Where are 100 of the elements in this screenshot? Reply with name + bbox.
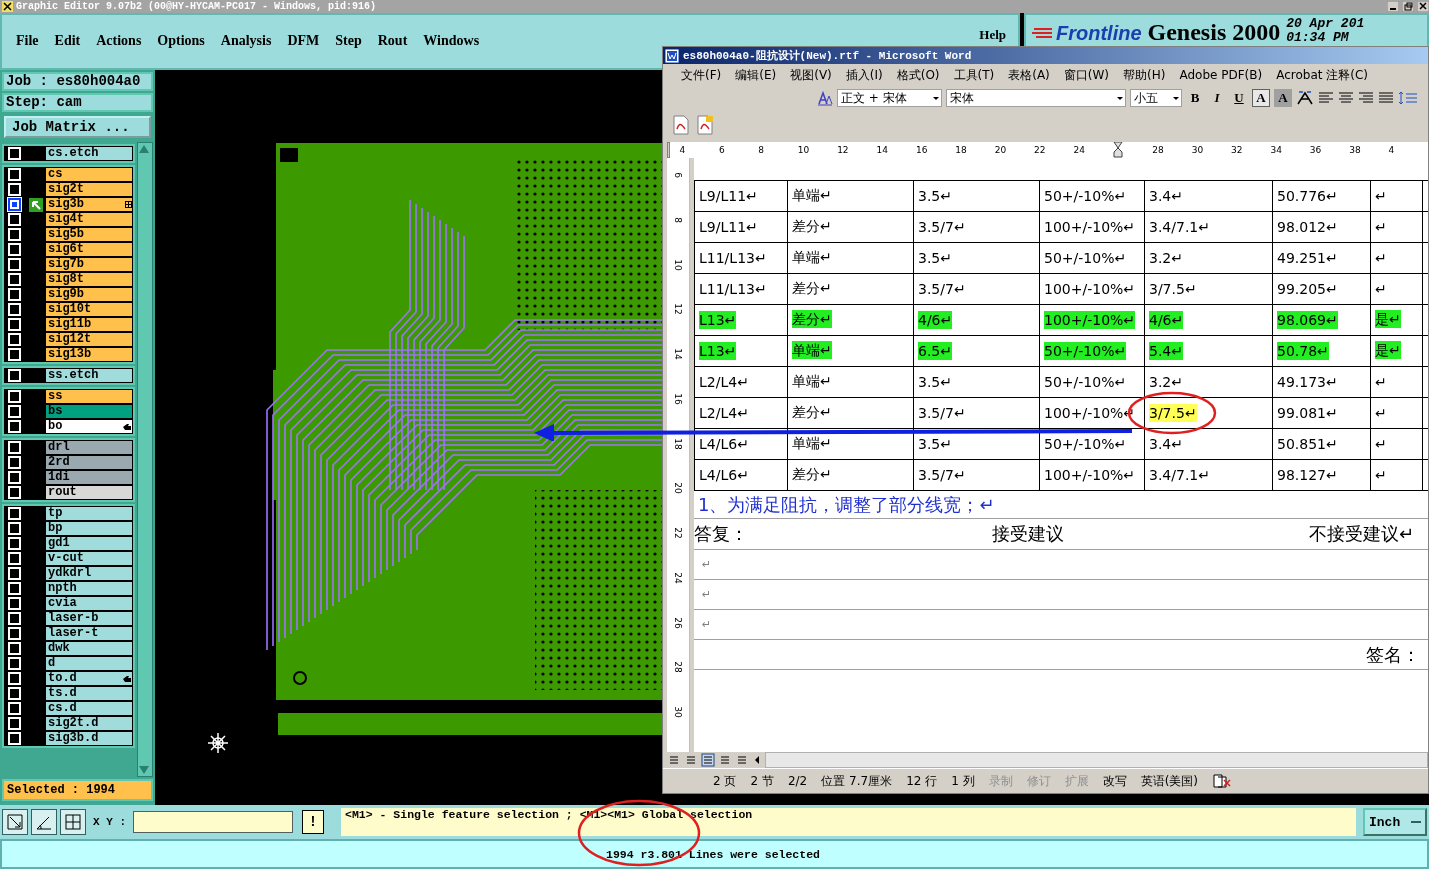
coordinate-field[interactable] [133,811,293,833]
layer-item[interactable]: bo [46,420,132,433]
pdf-comment-icon[interactable] [695,115,715,135]
layer-checkbox[interactable] [8,198,21,211]
layer-item[interactable]: sig13b [46,348,132,361]
menu-item[interactable]: Options [157,33,205,49]
shading-button[interactable]: A [1274,89,1292,107]
layer-item[interactable]: dwk [46,642,132,655]
help-menu[interactable]: Help [979,27,1006,43]
layer-item[interactable]: rout [46,486,132,499]
menu-item[interactable]: Acrobat 注释(C) [1276,66,1368,84]
layer-item[interactable]: sig2t.d [46,717,132,730]
layer-item[interactable]: to.d [46,672,132,685]
menu-item[interactable]: Windows [423,33,480,49]
outline-view-icon[interactable] [718,753,732,767]
layer-item[interactable]: 1di [46,471,132,484]
styles-icon[interactable] [817,90,833,106]
layer-item[interactable]: ydkdrl [46,567,132,580]
layer-item[interactable]: bs [46,405,132,418]
table-cell: 3.5/7↵ [918,404,966,422]
pdf-icon[interactable] [671,115,691,135]
underline-button[interactable]: U [1230,89,1248,107]
tab-stop-button[interactable] [667,142,670,158]
table-cell: L11/L13↵ [699,249,767,267]
zoom-button[interactable] [2,809,28,835]
horizontal-scrollbar[interactable] [765,752,1428,768]
minimize-icon[interactable] [1387,1,1399,12]
layer-item[interactable]: sig11b [46,318,132,331]
layer-item[interactable]: cs.etch [46,147,132,160]
character-scale-icon[interactable] [1296,90,1314,106]
layer-item[interactable]: sig3b [46,198,132,211]
menu-item[interactable]: 视图(V) [790,66,832,84]
layer-item[interactable]: tp [46,507,132,520]
menu-item[interactable]: Actions [96,33,142,49]
style-dropdown[interactable]: 正文 + 宋体 [837,89,942,107]
align-left-icon[interactable] [1318,90,1334,106]
layer-item[interactable]: ss.etch [46,369,132,382]
layer-item[interactable]: sig6t [46,243,132,256]
layer-item[interactable]: sig9b [46,288,132,301]
layer-item[interactable]: laser-b [46,612,132,625]
line-spacing-icon[interactable] [1398,90,1418,106]
layer-item[interactable]: cvia [46,597,132,610]
align-right-icon[interactable] [1358,90,1374,106]
layer-item[interactable]: sig5b [46,228,132,241]
print-view-icon[interactable] [701,753,715,767]
job-matrix-button[interactable]: Job Matrix ... [4,116,151,138]
layer-item[interactable]: ts.d [46,687,132,700]
menu-item[interactable]: 帮助(H) [1123,66,1166,84]
menu-item[interactable]: Rout [377,33,408,49]
layer-item[interactable]: sig12t [46,333,132,346]
menu-item[interactable]: 插入(I) [845,66,883,84]
menu-item[interactable]: Adobe PDF(B) [1179,68,1263,82]
layer-item[interactable]: bp [46,522,132,535]
layer-item[interactable]: sig4t [46,213,132,226]
layer-item[interactable]: ss [46,390,132,403]
layer-item[interactable]: v-cut [46,552,132,565]
menu-item[interactable]: 工具(T) [953,66,995,84]
layer-item[interactable]: cs [46,168,132,181]
menu-item[interactable]: 表格(A) [1008,66,1050,84]
restore-icon[interactable] [1402,1,1414,12]
web-view-icon[interactable] [684,753,698,767]
menu-item[interactable]: Step [335,33,362,49]
menu-item[interactable]: 文件(F) [681,66,722,84]
layer-item[interactable]: sig8t [46,273,132,286]
layer-item[interactable]: drl [46,441,132,454]
layer-item[interactable]: npth [46,582,132,595]
layer-item[interactable]: cs.d [46,702,132,715]
close-icon[interactable] [1417,1,1429,12]
menu-item[interactable]: 窗口(W) [1063,66,1110,84]
layer-item[interactable]: 2rd [46,456,132,469]
layer-item[interactable]: sig7b [46,258,132,271]
alert-button[interactable]: ! [302,810,324,834]
menu-item[interactable]: File [16,33,39,49]
align-center-icon[interactable] [1338,90,1354,106]
units-button[interactable]: Inch [1363,808,1427,836]
menu-item[interactable]: 编辑(E) [735,66,777,84]
grid-button[interactable] [60,809,86,835]
justify-icon[interactable] [1378,90,1394,106]
italic-button[interactable]: I [1208,89,1226,107]
xy-label: X Y : [93,816,126,828]
font-dropdown[interactable]: 宋体 [946,89,1126,107]
layer-item[interactable]: d [46,657,132,670]
menu-item[interactable]: Edit [54,33,81,49]
border-button[interactable]: A [1252,89,1270,107]
layer-item[interactable]: sig2t [46,183,132,196]
measure-button[interactable] [31,809,57,835]
size-dropdown[interactable]: 小五 [1130,89,1182,107]
table-cell: 3.5↵ [918,373,952,391]
table-cell: ↵ [1375,280,1387,298]
reading-view-icon[interactable] [735,753,749,767]
menu-item[interactable]: DFM [287,33,320,49]
layer-item[interactable]: gd1 [46,537,132,550]
bold-button[interactable]: B [1186,89,1204,107]
layer-item[interactable]: sig10t [46,303,132,316]
normal-view-icon[interactable] [667,753,681,767]
indent-marker-icon[interactable] [1112,142,1123,158]
layer-item[interactable]: laser-t [46,627,132,640]
layer-item[interactable]: sig3b.d [46,732,132,745]
menu-item[interactable]: 格式(O) [896,66,940,84]
menu-item[interactable]: Analysis [220,33,272,49]
